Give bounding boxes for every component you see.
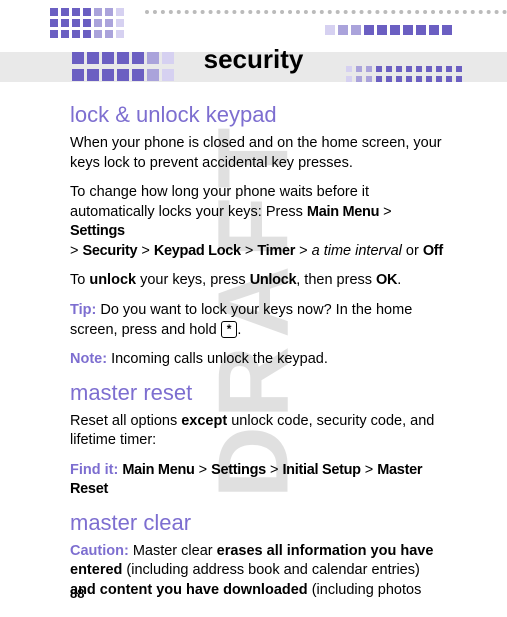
reset-p1: Reset all options except unlock code, se… (70, 412, 447, 451)
reset-findit: Find it: Main Menu > Settings > Initial … (70, 461, 447, 500)
star-key-icon: * (221, 321, 238, 338)
page-title: security (0, 44, 507, 75)
clear-p1: Caution: Master clear erases all informa… (70, 542, 447, 601)
content-area: lock & unlock keypad When your phone is … (0, 102, 507, 601)
heading-lock: lock & unlock keypad (70, 102, 447, 128)
header-decoration: security (0, 0, 507, 90)
lock-p3: To unlock your keys, press Unlock, then … (70, 271, 447, 291)
lock-p2: To change how long your phone waits befo… (70, 183, 447, 261)
heading-clear: master clear (70, 510, 447, 536)
lock-note: Note: Incoming calls unlock the keypad. (70, 350, 447, 370)
lock-p1: When your phone is closed and on the hom… (70, 134, 447, 173)
lock-tip: Tip: Do you want to lock your keys now? … (70, 301, 447, 340)
heading-reset: master reset (70, 380, 447, 406)
